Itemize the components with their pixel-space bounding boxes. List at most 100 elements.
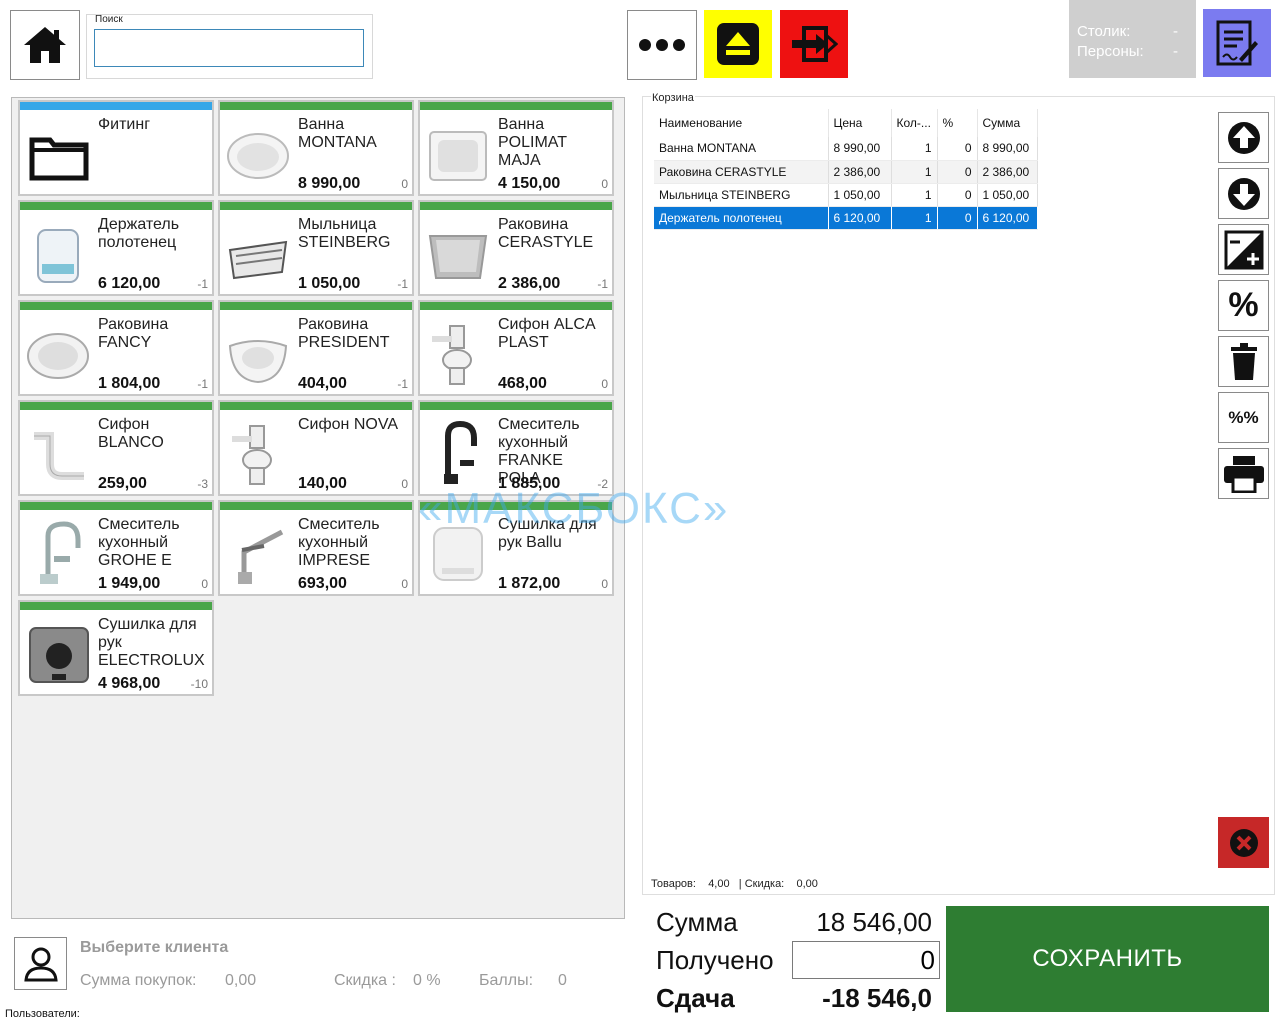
- discount-all-button[interactable]: %%: [1218, 392, 1269, 443]
- product-tile[interactable]: Смеситель кухонный GROHE E 1 949,00 0: [18, 500, 214, 596]
- sink-wall-icon: [224, 316, 292, 390]
- siphon-pipe-icon: [24, 416, 92, 490]
- more-dots-icon: [639, 39, 685, 51]
- cart-cell-sum: 2 386,00: [977, 160, 1038, 184]
- product-name: Держатель полотенец: [98, 216, 180, 251]
- table-info: Столик: - Персоны: -: [1069, 0, 1196, 78]
- product-price: 404,00: [298, 375, 347, 392]
- document-edit-icon: [1216, 20, 1258, 66]
- cart-cell-discount: 0: [937, 183, 978, 207]
- client-title[interactable]: Выберите клиента: [80, 939, 228, 957]
- folder-icon: [24, 116, 92, 190]
- cart-discount-value: 0,00: [796, 878, 818, 890]
- tile-color-bar: [220, 402, 412, 410]
- product-tile[interactable]: Раковина FANCY 1 804,00 -1: [18, 300, 214, 396]
- cart-cell-discount: 0: [937, 137, 978, 161]
- product-name: Раковина PRESIDENT: [298, 316, 390, 351]
- quantity-button[interactable]: [1218, 224, 1269, 275]
- product-tile[interactable]: Смеситель кухонный FRANKE POLA 1 885,00 -2: [418, 400, 614, 496]
- cart-cell-discount: 0: [937, 206, 978, 230]
- tile-color-bar: [420, 302, 612, 310]
- product-tile[interactable]: Сушилка для рук ELECTROLUX 4 968,00 -10: [18, 600, 214, 696]
- cart-cell-name: Ванна MONTANA: [654, 137, 829, 161]
- watermark: «МАКСБОКС»: [418, 484, 730, 533]
- cart-row[interactable]: Мыльница STEINBERG 1 050,00 1 0 1 050,00: [654, 183, 1038, 207]
- tile-color-bar: [20, 402, 212, 410]
- product-tile[interactable]: Ванна MONTANA 8 990,00 0: [218, 100, 414, 196]
- product-tile[interactable]: Сифон NOVA 140,00 0: [218, 400, 414, 496]
- delete-button[interactable]: [1218, 336, 1269, 387]
- product-tile[interactable]: Мыльница STEINBERG 1 050,00 -1: [218, 200, 414, 296]
- cart-cell-name: Держатель полотенец: [654, 206, 829, 230]
- print-button[interactable]: [1218, 448, 1269, 499]
- product-price: 1 949,00: [98, 575, 161, 592]
- exit-button[interactable]: [780, 10, 848, 78]
- col-discount[interactable]: %: [937, 109, 978, 137]
- towel-holder-icon: [24, 216, 92, 290]
- tile-color-bar: [20, 602, 212, 610]
- soap-dish-icon: [224, 216, 292, 290]
- product-stock: 0: [401, 577, 408, 591]
- product-name: Сушилка для рук ELECTROLUX: [98, 616, 205, 669]
- sink-square-icon: [424, 216, 492, 290]
- product-stock: -1: [197, 377, 208, 391]
- product-stock: 0: [601, 377, 608, 391]
- product-tile[interactable]: Сифон ALCA PLAST 468,00 0: [418, 300, 614, 396]
- more-button[interactable]: [627, 10, 697, 80]
- product-tile[interactable]: Фитинг: [18, 100, 214, 196]
- cart-row[interactable]: Раковина CERASTYLE 2 386,00 1 0 2 386,00: [654, 160, 1038, 184]
- move-up-button[interactable]: [1218, 112, 1269, 163]
- arrow-down-circle-icon: [1227, 177, 1260, 210]
- product-tile[interactable]: Раковина PRESIDENT 404,00 -1: [218, 300, 414, 396]
- move-down-button[interactable]: [1218, 168, 1269, 219]
- product-stock: -1: [597, 277, 608, 291]
- product-tile[interactable]: Сифон BLANCO 259,00 -3: [18, 400, 214, 496]
- clear-cart-button[interactable]: [1218, 817, 1269, 868]
- eject-button[interactable]: [704, 10, 772, 78]
- col-name[interactable]: Наименование: [654, 109, 829, 137]
- product-price: 8 990,00: [298, 175, 361, 192]
- select-client-button[interactable]: [14, 937, 67, 990]
- discount-button[interactable]: %: [1218, 280, 1269, 331]
- product-tile[interactable]: Смеситель кухонный IMPRESE 693,00 0: [218, 500, 414, 596]
- cart-cell-price: 8 990,00: [828, 137, 892, 161]
- save-button[interactable]: СОХРАНИТЬ: [946, 906, 1269, 1012]
- col-qty[interactable]: Кол-...: [891, 109, 938, 137]
- received-input[interactable]: [792, 941, 940, 979]
- tile-color-bar: [20, 102, 212, 110]
- product-tile[interactable]: Держатель полотенец 6 120,00 -1: [18, 200, 214, 296]
- printer-icon: [1223, 455, 1264, 493]
- close-circle-icon: [1229, 828, 1258, 857]
- document-button[interactable]: [1203, 9, 1271, 77]
- sink-oval-icon: [24, 316, 92, 390]
- col-price[interactable]: Цена: [828, 109, 892, 137]
- col-sum[interactable]: Сумма: [977, 109, 1038, 137]
- purchases-value: 0,00: [225, 972, 257, 989]
- plus-minus-icon: [1224, 230, 1263, 269]
- cart-row[interactable]: Ванна MONTANA 8 990,00 1 0 8 990,00: [654, 137, 1038, 161]
- purchases-label: Сумма покупок:: [80, 972, 197, 989]
- product-stock: -1: [397, 377, 408, 391]
- sum-value: 18 546,00: [816, 907, 932, 937]
- points-label: Баллы:: [479, 972, 534, 989]
- cart-row[interactable]: Держатель полотенец 6 120,00 1 0 6 120,00: [654, 206, 1038, 230]
- tile-color-bar: [420, 402, 612, 410]
- cart-cell-qty: 1: [891, 137, 938, 161]
- faucet-lever-icon: [224, 516, 292, 590]
- tile-color-bar: [20, 502, 212, 510]
- table-label: Столик:: [1077, 23, 1131, 40]
- tile-color-bar: [420, 102, 612, 110]
- product-tile[interactable]: Ванна POLIMAT MAJA 4 150,00 0: [418, 100, 614, 196]
- product-name: Смеситель кухонный GROHE E: [98, 516, 180, 569]
- persons-label: Персоны:: [1077, 43, 1144, 60]
- home-button[interactable]: [10, 10, 80, 80]
- product-tile[interactable]: Раковина CERASTYLE 2 386,00 -1: [418, 200, 614, 296]
- search-input[interactable]: [94, 29, 364, 67]
- cart-footer: Товаров: 4,00 | Скидка: 0,00: [651, 878, 818, 890]
- table-value: -: [1173, 23, 1178, 40]
- product-name: Сифон ALCA PLAST: [498, 316, 595, 351]
- cart-cell-name: Мыльница STEINBERG: [654, 183, 829, 207]
- product-name: Смеситель кухонный IMPRESE: [298, 516, 380, 569]
- product-name: Фитинг: [98, 116, 151, 133]
- cart-cell-qty: 1: [891, 183, 938, 207]
